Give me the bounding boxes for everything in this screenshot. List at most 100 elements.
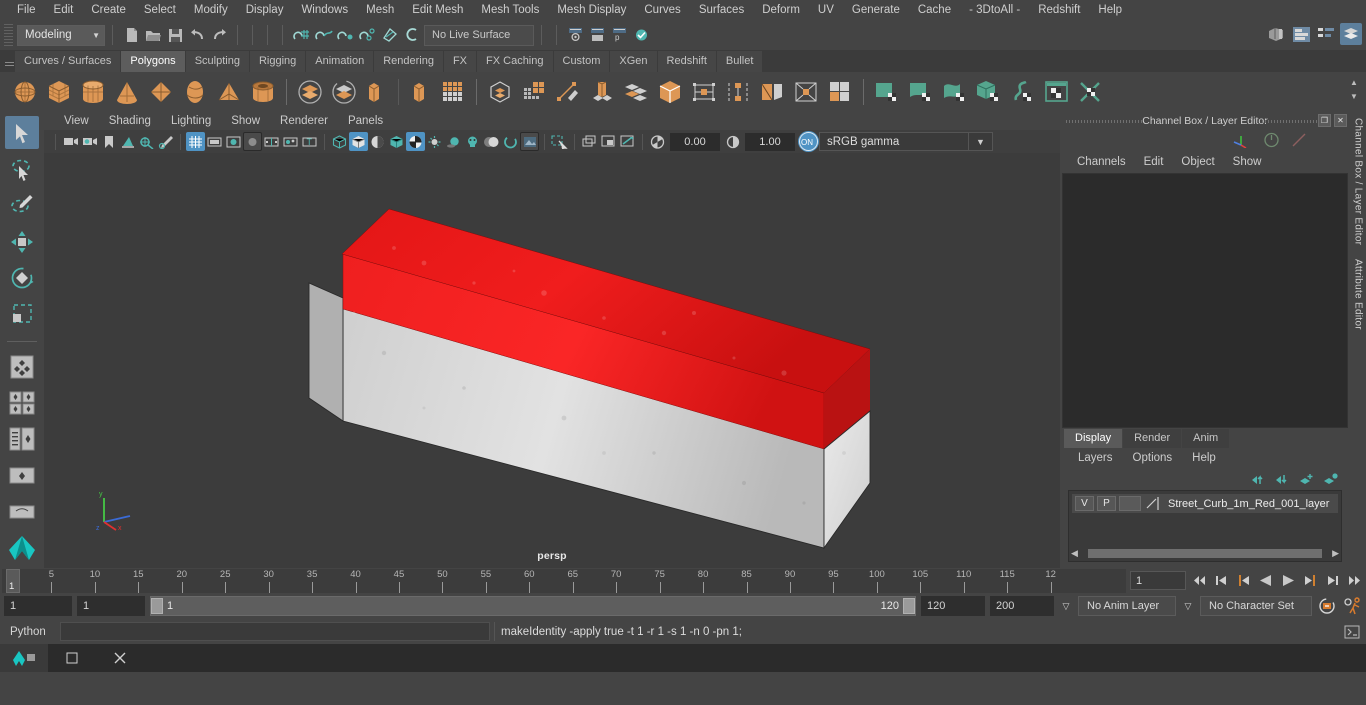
window-restore-icon[interactable] bbox=[48, 644, 96, 672]
live-surface-field[interactable]: No Live Surface bbox=[424, 24, 534, 46]
append-polygon-icon[interactable] bbox=[687, 75, 721, 109]
scroll-left-icon[interactable]: ◀ bbox=[1071, 548, 1078, 559]
layer-menu-layers[interactable]: Layers bbox=[1068, 452, 1123, 464]
channel-box-icon[interactable] bbox=[1340, 23, 1362, 45]
command-input[interactable] bbox=[60, 622, 490, 641]
gate-mask-icon[interactable] bbox=[243, 132, 262, 151]
scroll-thumb[interactable] bbox=[1087, 549, 1323, 558]
snap-to-view-planes-icon[interactable] bbox=[378, 24, 400, 46]
step-back-frame-icon[interactable] bbox=[1234, 571, 1254, 591]
menuset-selector[interactable]: Modeling ▼ bbox=[17, 24, 105, 46]
command-language-label[interactable]: Python bbox=[4, 626, 56, 638]
shelf-grip[interactable] bbox=[4, 52, 15, 72]
image-plane-icon[interactable] bbox=[118, 132, 137, 151]
exposure-icon[interactable] bbox=[648, 132, 667, 151]
close-panel-icon[interactable]: ✕ bbox=[1334, 114, 1347, 127]
menu-item-windows[interactable]: Windows bbox=[292, 0, 357, 20]
layer-list[interactable]: V P Street_Curb_1m_Red_001_layer ◀ ▶ bbox=[1068, 490, 1342, 562]
channel-box-menu-edit[interactable]: Edit bbox=[1135, 156, 1173, 168]
color-space-dropdown-icon[interactable]: ▼ bbox=[969, 132, 993, 151]
camera-attributes-icon[interactable] bbox=[80, 132, 99, 151]
uv-sphere-icon[interactable] bbox=[938, 75, 972, 109]
time-slider[interactable]: 5 10 15 20 25 30 35 40 45 50 55 60 65 70 75 80 85 90 95 100… bbox=[2, 568, 1126, 593]
scroll-right-icon[interactable]: ▶ bbox=[1332, 548, 1339, 559]
multisample-icon[interactable] bbox=[501, 132, 520, 151]
range-end-field[interactable]: 120 bbox=[921, 596, 985, 616]
menu-item-edit-mesh[interactable]: Edit Mesh bbox=[403, 0, 472, 20]
layer-tab-anim[interactable]: Anim bbox=[1182, 429, 1231, 448]
close-icon[interactable] bbox=[96, 644, 144, 672]
show-hide-components-icon[interactable]: p bbox=[608, 24, 630, 46]
menu-item-generate[interactable]: Generate bbox=[843, 0, 909, 20]
save-scene-icon[interactable] bbox=[164, 24, 186, 46]
channel-box-vertical-tab[interactable]: Channel Box / Layer Editor bbox=[1353, 118, 1364, 245]
shelf-tab-fx[interactable]: FX bbox=[443, 51, 478, 72]
channel-box-menu-object[interactable]: Object bbox=[1172, 156, 1223, 168]
smooth-shade-icon[interactable] bbox=[349, 132, 368, 151]
range-slider-left-handle[interactable] bbox=[151, 598, 163, 614]
snap-to-projected-center-icon[interactable] bbox=[356, 24, 378, 46]
layer-row[interactable]: V P Street_Curb_1m_Red_001_layer bbox=[1072, 494, 1338, 513]
boolean-union-icon[interactable] bbox=[293, 75, 327, 109]
extrude-icon[interactable] bbox=[585, 75, 619, 109]
title-safe-icon[interactable]: T bbox=[300, 132, 319, 151]
uv-editor-icon[interactable] bbox=[1040, 75, 1074, 109]
tool-settings-icon[interactable] bbox=[1315, 23, 1337, 45]
shelf-tab-rigging[interactable]: Rigging bbox=[249, 51, 307, 72]
show-hide-hierarchy-icon[interactable] bbox=[564, 24, 586, 46]
go-to-start-icon[interactable] bbox=[1190, 571, 1210, 591]
anim-layer-combo[interactable]: No Anim Layer bbox=[1078, 596, 1176, 616]
viewport-canvas[interactable]: y z x persp bbox=[44, 153, 1060, 568]
rotate-tool[interactable] bbox=[5, 261, 39, 294]
menu-item-3dtoall[interactable]: - 3DtoAll - bbox=[960, 0, 1029, 20]
range-slider-right-handle[interactable] bbox=[903, 598, 915, 614]
play-backwards-icon[interactable] bbox=[1256, 571, 1276, 591]
new-scene-icon[interactable] bbox=[120, 24, 142, 46]
bevel-icon[interactable] bbox=[619, 75, 653, 109]
show-hide-objects-icon[interactable] bbox=[586, 24, 608, 46]
two-d-pan-zoom-icon[interactable] bbox=[137, 132, 156, 151]
shelf-tab-custom[interactable]: Custom bbox=[553, 51, 611, 72]
gamma-icon[interactable] bbox=[723, 132, 742, 151]
four-view-layout[interactable] bbox=[5, 386, 39, 419]
move-tool[interactable] bbox=[5, 225, 39, 258]
film-gate-icon[interactable] bbox=[205, 132, 224, 151]
last-tool[interactable] bbox=[5, 350, 39, 383]
poly-quad-draw-icon[interactable] bbox=[517, 75, 551, 109]
make-live-icon[interactable] bbox=[400, 24, 422, 46]
safe-action-icon[interactable] bbox=[281, 132, 300, 151]
persp-graph-layout[interactable] bbox=[5, 459, 39, 492]
attribute-editor-vertical-tab[interactable]: Attribute Editor bbox=[1353, 259, 1364, 330]
outliner-persp-layout[interactable] bbox=[5, 423, 39, 456]
viewport-menu-lighting[interactable]: Lighting bbox=[161, 115, 221, 127]
poly-plane-icon[interactable] bbox=[144, 75, 178, 109]
shelf-tab-redshift[interactable]: Redshift bbox=[657, 51, 717, 72]
bookmark-icon[interactable] bbox=[99, 132, 118, 151]
snap-to-point-icon[interactable] bbox=[334, 24, 356, 46]
shelf-tab-curves-surfaces[interactable]: Curves / Surfaces bbox=[15, 51, 122, 72]
viewport-menu-panels[interactable]: Panels bbox=[338, 115, 393, 127]
expand-script-editor-icon[interactable] bbox=[1342, 622, 1362, 642]
shelf-tab-polygons[interactable]: Polygons bbox=[121, 51, 186, 72]
paint-select-tool[interactable] bbox=[5, 189, 39, 222]
grid-toggle-icon[interactable] bbox=[186, 132, 205, 151]
play-forwards-icon[interactable] bbox=[1278, 571, 1298, 591]
color-space-field[interactable]: sRGB gamma bbox=[819, 132, 969, 151]
step-forward-frame-icon[interactable] bbox=[1300, 571, 1320, 591]
insert-edge-loop-icon[interactable] bbox=[721, 75, 755, 109]
sculpt-target-icon[interactable] bbox=[823, 75, 857, 109]
uv-unfold-icon[interactable] bbox=[1006, 75, 1040, 109]
menu-item-mesh[interactable]: Mesh bbox=[357, 0, 403, 20]
single-perspective-layout[interactable] bbox=[5, 495, 39, 528]
menu-item-edit[interactable]: Edit bbox=[45, 0, 83, 20]
channel-box-content[interactable] bbox=[1062, 173, 1348, 428]
poly-cone-icon[interactable] bbox=[110, 75, 144, 109]
bridge-icon[interactable] bbox=[653, 75, 687, 109]
select-tool[interactable] bbox=[5, 116, 39, 150]
menu-item-redshift[interactable]: Redshift bbox=[1029, 0, 1089, 20]
layer-menu-help[interactable]: Help bbox=[1182, 452, 1226, 464]
shaded-wireframe-icon[interactable] bbox=[368, 132, 387, 151]
shadows-icon[interactable] bbox=[444, 132, 463, 151]
viewport-menu-view[interactable]: View bbox=[54, 115, 99, 127]
shelf-tab-bullet[interactable]: Bullet bbox=[716, 51, 764, 72]
